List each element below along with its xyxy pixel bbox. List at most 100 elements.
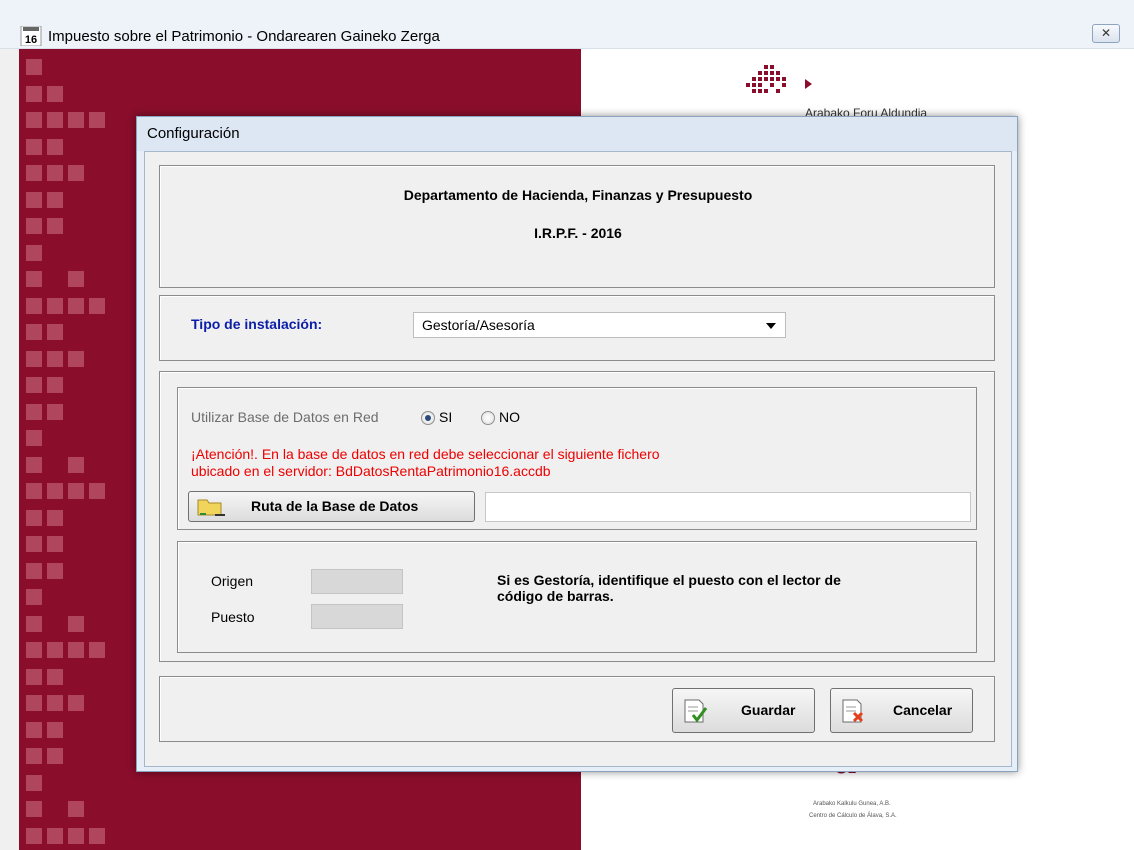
document-check-icon [684, 699, 708, 723]
db-path-input[interactable] [485, 492, 971, 522]
db-path-button-label: Ruta de la Base de Datos [251, 498, 419, 514]
pattern-square [26, 138, 42, 155]
pattern-square [68, 827, 84, 844]
pattern-square [26, 377, 42, 393]
irpf-subtitle: I.R.P.F. - 2016 [534, 225, 622, 241]
pattern-square [47, 483, 63, 499]
pattern-square [47, 165, 63, 181]
window-close-button[interactable]: ✕ [1092, 24, 1120, 43]
pattern-square [47, 509, 63, 526]
pattern-square [89, 642, 105, 658]
pattern-square [26, 801, 42, 817]
pattern-square [26, 615, 42, 632]
pattern-square [68, 456, 84, 473]
pattern-square [26, 695, 42, 711]
pattern-square [26, 297, 42, 314]
save-button-label: Guardar [741, 702, 796, 718]
pattern-square [47, 748, 63, 764]
pattern-square [47, 138, 63, 155]
save-button[interactable]: Guardar [672, 688, 815, 733]
pattern-square [68, 483, 84, 499]
radio-si-label[interactable]: SI [439, 409, 452, 425]
diputacion-logo-icon [746, 65, 786, 93]
network-warning-line1: ¡Atención!. En la base de datos en red d… [191, 446, 660, 462]
pattern-square [26, 403, 42, 420]
pattern-square [47, 562, 63, 579]
config-dialog: Configuración Departamento de Hacienda, … [136, 116, 1018, 772]
pattern-square [26, 218, 42, 234]
pattern-square [68, 642, 84, 658]
pattern-square [26, 642, 42, 658]
pattern-square [47, 218, 63, 234]
pattern-square [26, 774, 42, 791]
chevron-down-icon [766, 323, 776, 329]
radio-no-label[interactable]: NO [499, 409, 520, 425]
pattern-square [26, 827, 42, 844]
pattern-square [47, 85, 63, 102]
origin-field[interactable] [311, 569, 403, 594]
pattern-square [68, 695, 84, 711]
post-field[interactable] [311, 604, 403, 629]
pattern-square [47, 403, 63, 420]
pattern-square [26, 562, 42, 579]
pattern-square [89, 827, 105, 844]
pattern-square [26, 509, 42, 526]
pattern-square [68, 165, 84, 181]
svg-text:16: 16 [25, 34, 37, 46]
network-db-label: Utilizar Base de Datos en Red [191, 409, 379, 425]
pattern-square [89, 483, 105, 499]
pattern-square [26, 350, 42, 367]
pattern-square [26, 483, 42, 499]
pattern-square [68, 350, 84, 367]
pattern-square [68, 112, 84, 128]
pattern-square [26, 112, 42, 128]
dialog-title: Configuración [147, 125, 240, 142]
pattern-square [47, 112, 63, 128]
pattern-square [47, 668, 63, 685]
pattern-square [26, 165, 42, 181]
pattern-square [26, 748, 42, 764]
pattern-square [68, 615, 84, 632]
radio-si[interactable] [421, 411, 435, 425]
pattern-square [89, 297, 105, 314]
window-title: Impuesto sobre el Patrimonio - Ondareare… [48, 28, 440, 45]
cancel-button-label: Cancelar [893, 702, 953, 718]
department-title: Departamento de Hacienda, Finanzas y Pre… [403, 187, 753, 203]
pattern-square [26, 721, 42, 738]
pattern-square [26, 244, 42, 261]
pattern-square [47, 191, 63, 208]
pattern-square [47, 350, 63, 367]
station-hint-line2: código de barras. [497, 588, 614, 604]
station-hint-line1: Si es Gestoría, identifique el puesto co… [497, 572, 841, 588]
cancel-button[interactable]: Cancelar [830, 688, 973, 733]
pattern-square [47, 377, 63, 393]
footer-line2: Centro de Cálculo de Álava, S.A. [809, 813, 897, 819]
install-type-select[interactable]: Gestoría/Asesoría [413, 312, 786, 338]
network-warning-line2: ubicado en el servidor: BdDatosRentaPatr… [191, 463, 551, 479]
pattern-square [26, 536, 42, 552]
install-type-value: Gestoría/Asesoría [422, 317, 535, 333]
pattern-square [26, 430, 42, 446]
arrow-right-icon [805, 79, 812, 89]
pattern-square [26, 456, 42, 473]
pattern-square [47, 642, 63, 658]
document-cancel-icon [842, 699, 864, 723]
window-titlebar: 16 Impuesto sobre el Patrimonio - Ondare… [0, 0, 1134, 49]
pattern-square [26, 191, 42, 208]
pattern-square [47, 297, 63, 314]
pattern-square [47, 536, 63, 552]
pattern-square [47, 695, 63, 711]
pattern-square [47, 827, 63, 844]
origin-label: Origen [211, 573, 254, 589]
pattern-square [26, 85, 42, 102]
radio-no[interactable] [481, 411, 495, 425]
pattern-square [47, 721, 63, 738]
footer-line1: Arabako Kalkulu Gunea, A.B. [813, 801, 891, 807]
pattern-square [26, 59, 42, 75]
db-path-button[interactable]: Ruta de la Base de Datos [188, 491, 475, 522]
folder-icon [197, 499, 225, 516]
pattern-square [68, 801, 84, 817]
pattern-square [26, 324, 42, 340]
pattern-square [26, 271, 42, 287]
post-label: Puesto [211, 609, 255, 625]
